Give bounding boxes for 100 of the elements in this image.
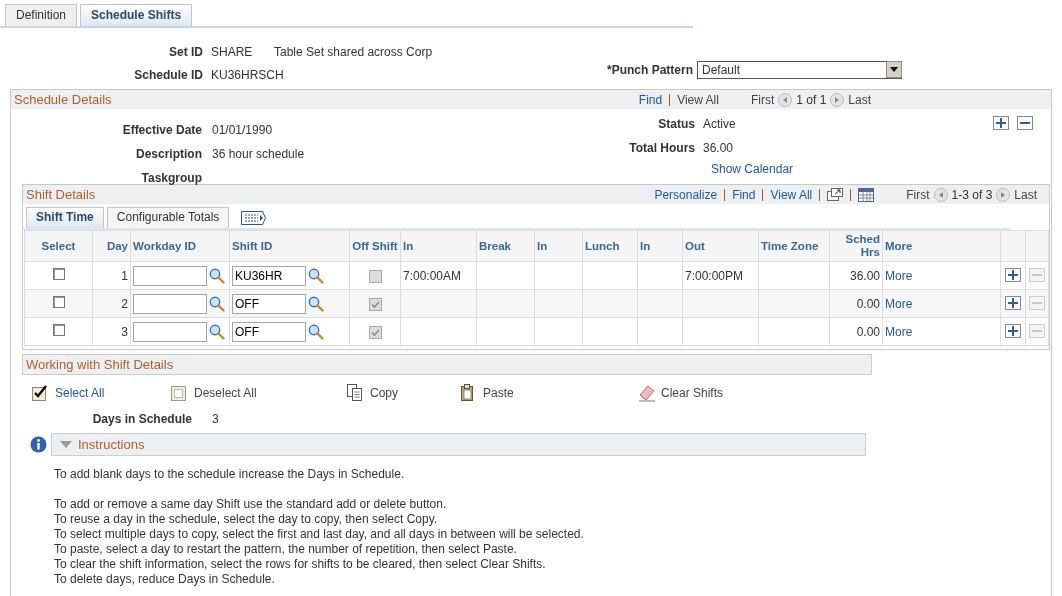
grid-tab[interactable]: Configurable Totals	[106, 207, 230, 228]
copy-icon[interactable]	[347, 384, 364, 402]
page-range: 1-3 of 3	[951, 186, 993, 204]
new-window-icon[interactable]	[827, 187, 844, 202]
action-link[interactable]: Clear Shifts	[661, 384, 724, 402]
plus-icon	[996, 118, 1006, 128]
punch-pattern-dropdown[interactable]: Default	[697, 60, 902, 79]
instruction-text: To clear the shift information, select the rows for shifts to be cleared, then select Clear Shifts.	[54, 557, 547, 572]
input-field[interactable]: OFF	[232, 293, 306, 314]
instruction-text: To select multiple days to copy, select the first and last day, and all days in between will be selected.	[54, 527, 585, 542]
section-title: Working with Shift Details	[25, 355, 174, 374]
section-title: Shift Details	[25, 185, 96, 204]
field-label: Status	[657, 116, 696, 133]
column-header: Lunch	[582, 230, 638, 262]
search-icon[interactable]	[209, 295, 225, 312]
nav-link[interactable]: View All	[770, 185, 813, 204]
field-label: Effective Date	[121, 122, 203, 139]
row-select-checkbox[interactable]	[52, 267, 65, 280]
column-header: Shift ID	[229, 230, 350, 262]
instruction-text: To add blank days to the schedule increase the Days in Schedule.	[54, 467, 406, 482]
more-link[interactable]: More	[885, 268, 913, 283]
instruction-text: To add or remove a same day Shift use the standard add or delete button.	[54, 497, 448, 512]
first-label: First	[750, 91, 775, 109]
field-value: 36.00	[703, 140, 734, 157]
page-range: 1 of 1	[796, 91, 827, 109]
column-header: Time Zone	[758, 230, 830, 262]
action-link[interactable]: Deselect All	[194, 384, 257, 402]
nav-link[interactable]: Personalize	[654, 185, 718, 204]
input-field[interactable]	[133, 293, 207, 314]
field-label: Taskgroup	[140, 170, 203, 187]
field-value: 3	[212, 411, 219, 428]
row-select-checkbox[interactable]	[52, 323, 65, 336]
plus-icon	[1008, 269, 1018, 280]
search-icon[interactable]	[209, 323, 225, 340]
field-value: Active	[703, 116, 736, 133]
field-label: Days in Schedule	[91, 411, 193, 428]
checked-checkbox-icon[interactable]	[32, 384, 49, 402]
add-row-button[interactable]	[1005, 295, 1021, 310]
field-label: Schedule ID	[133, 66, 204, 84]
separator	[850, 188, 852, 201]
page-tab[interactable]: Schedule Shifts	[80, 4, 193, 26]
more-link[interactable]: More	[885, 296, 913, 311]
plus-icon	[1008, 297, 1018, 308]
empty-checkbox-icon[interactable]	[171, 384, 188, 402]
add-row-button[interactable]	[1005, 267, 1021, 282]
show-all-columns-icon[interactable]	[240, 210, 268, 226]
table-cell: 7:00:00PM	[685, 268, 744, 283]
field-value: 36 hour schedule	[212, 146, 305, 163]
table-cell: 7:00:00AM	[403, 268, 462, 283]
search-icon[interactable]	[308, 267, 324, 284]
more-link[interactable]: More	[885, 324, 913, 339]
table-cell: 0.00	[856, 324, 880, 339]
field-value: SHARE	[211, 43, 254, 61]
add-row-button[interactable]	[1005, 323, 1021, 338]
day-number: 2	[121, 296, 128, 311]
eraser-icon[interactable]	[638, 384, 655, 402]
add-row-button[interactable]	[993, 116, 1009, 130]
input-field[interactable]	[133, 265, 207, 286]
field-label: Set ID	[168, 43, 204, 61]
field-value: KU36HRSCH	[211, 66, 285, 84]
column-header: In	[400, 230, 477, 262]
dropdown-arrow-icon	[886, 61, 902, 78]
column-header: Break	[476, 230, 535, 262]
field-description: Table Set shared across Corp	[274, 43, 433, 61]
separator	[724, 188, 726, 201]
info-icon	[30, 436, 47, 453]
separator	[819, 188, 821, 201]
select-all-link[interactable]: Select All	[55, 384, 105, 402]
column-header: Day	[92, 230, 131, 262]
action-link[interactable]: Copy	[370, 384, 398, 402]
input-field[interactable]: OFF	[232, 321, 306, 342]
field-label: *Punch Pattern	[606, 61, 693, 79]
search-icon[interactable]	[308, 295, 324, 312]
nav-link[interactable]: Find	[732, 185, 756, 204]
column-header: In	[637, 230, 683, 262]
nav-link[interactable]: View All	[677, 90, 719, 109]
separator	[669, 93, 671, 106]
nav-link[interactable]: Find	[638, 90, 663, 109]
page-tab[interactable]: Definition	[5, 4, 78, 26]
column-header: Sched Hrs	[829, 230, 883, 262]
search-icon[interactable]	[209, 267, 225, 284]
input-field[interactable]: KU36HR	[232, 265, 306, 286]
grid-icon[interactable]	[858, 187, 875, 202]
collapsible-header[interactable]: Instructions	[51, 433, 866, 456]
table-cell: 36.00	[849, 268, 880, 283]
column-header: In	[534, 230, 583, 262]
grid-tab[interactable]: Shift Time	[26, 207, 104, 228]
collapse-triangle-icon[interactable]	[60, 439, 72, 450]
search-icon[interactable]	[308, 323, 324, 340]
action-link[interactable]: Paste	[483, 384, 514, 402]
table-cell: 0.00	[856, 296, 880, 311]
show-calendar-link[interactable]: Show Calendar	[711, 160, 794, 178]
plus-icon	[1008, 325, 1018, 336]
row-select-checkbox[interactable]	[52, 295, 65, 308]
delete-row-button[interactable]	[1017, 116, 1033, 130]
instruction-text: To reuse a day in the schedule, select the day to copy, then select Copy.	[54, 512, 439, 527]
separator	[762, 188, 764, 201]
column-header: Select	[24, 230, 93, 262]
input-field[interactable]	[133, 321, 207, 342]
column-header: More	[882, 230, 1001, 262]
